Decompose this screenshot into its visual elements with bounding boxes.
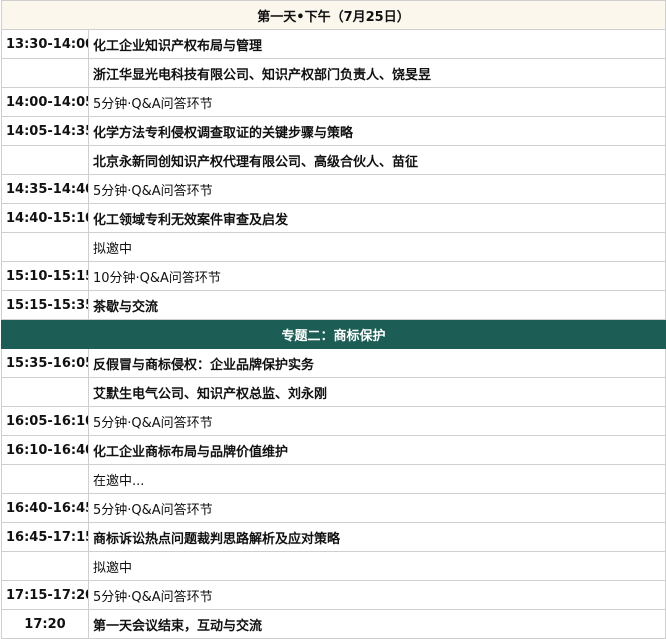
agenda-row: 艾默生电气公司、知识产权总监、刘永刚 xyxy=(1,377,666,407)
session-cell: 5分钟·Q&A问答环节 xyxy=(87,174,666,204)
time-cell: 15:15-15:35 xyxy=(1,290,89,320)
time-cell: 14:05-14:35 xyxy=(1,116,89,146)
day-header: 第一天•下午（7月25日） xyxy=(0,0,666,30)
agenda-row: 16:40-16:45 5分钟·Q&A问答环节 xyxy=(1,493,666,523)
time-cell: 14:35-14:40 xyxy=(1,174,89,204)
time-cell: 14:40-15:10 xyxy=(1,203,89,233)
session-cell: 5分钟·Q&A问答环节 xyxy=(87,406,666,436)
agenda-row: 15:10-15:15 10分钟·Q&A问答环节 xyxy=(1,261,666,291)
agenda-row: 16:45-17:15 商标诉讼热点问题裁判思路解析及应对策略 xyxy=(1,522,666,552)
session-cell: 5分钟·Q&A问答环节 xyxy=(87,87,666,117)
session-cell: 5分钟·Q&A问答环节 xyxy=(87,493,666,523)
time-cell: 16:40-16:45 xyxy=(1,493,89,523)
time-cell: 16:10-16:40 xyxy=(1,435,89,465)
session-cell: 拟邀中 xyxy=(87,232,666,262)
agenda-row: 拟邀中 xyxy=(1,232,666,262)
session-cell: 化工领域专利无效案件审查及启发 xyxy=(87,203,666,233)
section-header-row: 专题二：商标保护 xyxy=(0,319,666,349)
time-cell xyxy=(1,551,89,581)
day-header-row: 第一天•下午（7月25日） xyxy=(0,0,666,30)
session-cell: 拟邀中 xyxy=(87,551,666,581)
time-cell xyxy=(1,377,89,407)
session-cell: 5分钟·Q&A问答环节 xyxy=(87,580,666,610)
session-cell: 茶歇与交流 xyxy=(87,290,666,320)
time-cell: 16:45-17:15 xyxy=(1,522,89,552)
time-cell xyxy=(1,232,89,262)
time-cell xyxy=(1,464,89,494)
time-cell: 15:10-15:15 xyxy=(1,261,89,291)
agenda-row: 15:35-16:05 反假冒与商标侵权：企业品牌保护实务 xyxy=(1,348,666,378)
agenda-row: 16:10-16:40 化工企业商标布局与品牌价值维护 xyxy=(1,435,666,465)
agenda-row: 在邀中... xyxy=(1,464,666,494)
agenda-row: 16:05-16:10 5分钟·Q&A问答环节 xyxy=(1,406,666,436)
time-cell: 13:30-14:00 xyxy=(1,29,89,59)
time-cell: 16:05-16:10 xyxy=(1,406,89,436)
time-cell: 17:20 xyxy=(1,609,89,639)
time-cell xyxy=(1,58,89,88)
session-cell: 商标诉讼热点问题裁判思路解析及应对策略 xyxy=(87,522,666,552)
session-cell: 化工企业知识产权布局与管理 xyxy=(87,29,666,59)
session-cell: 化工企业商标布局与品牌价值维护 xyxy=(87,435,666,465)
agenda-table: 第一天•下午（7月25日） 13:30-14:00 化工企业知识产权布局与管理 浙江… xyxy=(0,0,666,639)
agenda-row: 浙江华显光电科技有限公司、知识产权部门负责人、饶旻昱 xyxy=(1,58,666,88)
agenda-row: 17:15-17:20 5分钟·Q&A问答环节 xyxy=(1,580,666,610)
agenda-row: 15:15-15:35 茶歇与交流 xyxy=(1,290,666,320)
time-cell xyxy=(1,145,89,175)
session-cell: 第一天会议结束，互动与交流 xyxy=(87,609,666,639)
agenda-row: 14:40-15:10 化工领域专利无效案件审查及启发 xyxy=(1,203,666,233)
section-header: 专题二：商标保护 xyxy=(0,319,666,349)
session-cell: 在邀中... xyxy=(87,464,666,494)
agenda-row: 14:00-14:05 5分钟·Q&A问答环节 xyxy=(1,87,666,117)
agenda-row: 北京永新同创知识产权代理有限公司、高级合伙人、苗征 xyxy=(1,145,666,175)
speaker-cell: 艾默生电气公司、知识产权总监、刘永刚 xyxy=(87,377,666,407)
time-cell: 17:15-17:20 xyxy=(1,580,89,610)
speaker-cell: 北京永新同创知识产权代理有限公司、高级合伙人、苗征 xyxy=(87,145,666,175)
time-cell: 15:35-16:05 xyxy=(1,348,89,378)
session-cell: 化学方法专利侵权调查取证的关键步骤与策略 xyxy=(87,116,666,146)
time-cell: 14:00-14:05 xyxy=(1,87,89,117)
agenda-body: 第一天•下午（7月25日） 13:30-14:00 化工企业知识产权布局与管理 浙江… xyxy=(0,0,666,639)
session-cell: 10分钟·Q&A问答环节 xyxy=(87,261,666,291)
session-cell: 反假冒与商标侵权：企业品牌保护实务 xyxy=(87,348,666,378)
agenda-row: 17:20 第一天会议结束，互动与交流 xyxy=(1,609,666,639)
agenda-row: 拟邀中 xyxy=(1,551,666,581)
agenda-row: 14:35-14:40 5分钟·Q&A问答环节 xyxy=(1,174,666,204)
speaker-cell: 浙江华显光电科技有限公司、知识产权部门负责人、饶旻昱 xyxy=(87,58,666,88)
agenda-row: 14:05-14:35 化学方法专利侵权调查取证的关键步骤与策略 xyxy=(1,116,666,146)
agenda-row: 13:30-14:00 化工企业知识产权布局与管理 xyxy=(1,29,666,59)
